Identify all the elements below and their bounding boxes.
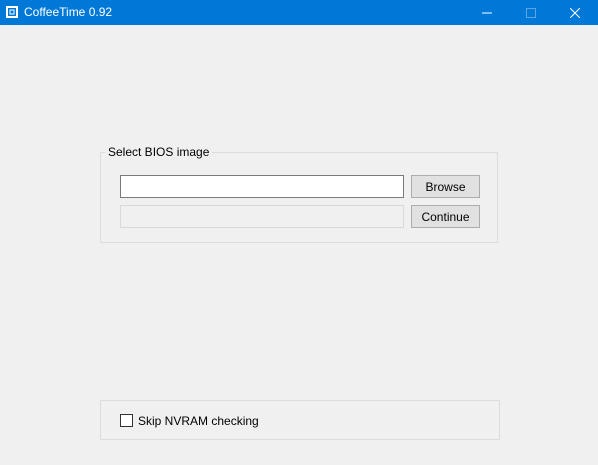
maximize-button[interactable]: [508, 0, 554, 25]
bios-path-input[interactable]: [120, 175, 404, 198]
continue-button[interactable]: Continue: [411, 205, 480, 228]
minimize-icon: [482, 12, 492, 13]
skip-nvram-label[interactable]: Skip NVRAM checking: [138, 414, 259, 428]
close-button[interactable]: [552, 0, 598, 25]
skip-nvram-checkbox[interactable]: [120, 414, 133, 427]
app-window: CoffeeTime 0.92 Select BIOS image Browse…: [0, 0, 598, 465]
maximize-icon: [526, 7, 536, 18]
browse-button[interactable]: Browse: [411, 175, 480, 198]
app-icon: [6, 6, 18, 18]
close-icon: [570, 7, 580, 18]
window-title: CoffeeTime 0.92: [24, 5, 113, 19]
title-bar[interactable]: CoffeeTime 0.92: [0, 0, 598, 25]
minimize-button[interactable]: [464, 0, 510, 25]
bios-image-legend: Select BIOS image: [105, 145, 213, 159]
status-field: [120, 205, 404, 228]
